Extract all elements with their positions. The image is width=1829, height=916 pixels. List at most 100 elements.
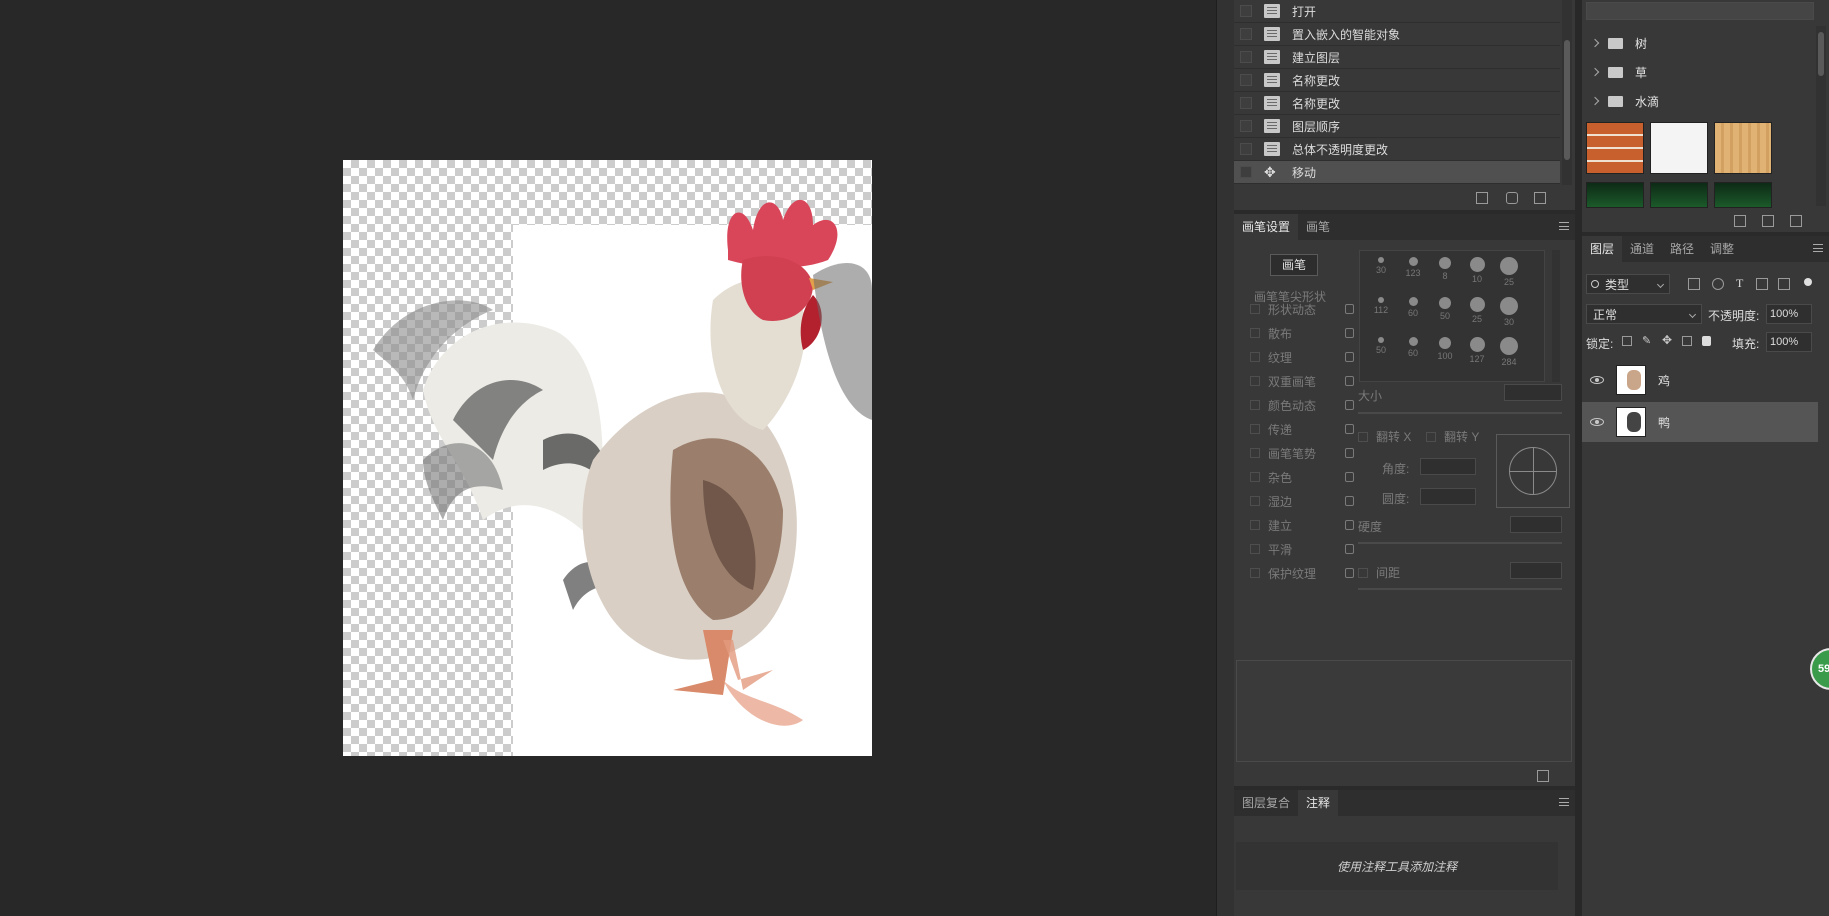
history-item[interactable]: ✥ 移动 <box>1234 161 1560 184</box>
swatch-grass-1[interactable] <box>1586 182 1644 208</box>
brush-option-checkbox[interactable] <box>1250 352 1260 362</box>
brush-option-checkbox[interactable] <box>1250 448 1260 458</box>
opacity-field[interactable]: 100% <box>1766 304 1812 324</box>
brush-option-checkbox[interactable] <box>1250 376 1260 386</box>
brush-option-checkbox[interactable] <box>1250 328 1260 338</box>
spacing-checkbox[interactable]: 间距 <box>1358 564 1400 581</box>
brush-option-checkbox[interactable] <box>1250 400 1260 410</box>
brush-preset[interactable]: 112 <box>1366 295 1396 331</box>
shape-filter-icon[interactable] <box>1756 278 1768 290</box>
size-slider[interactable] <box>1358 412 1562 414</box>
brush-option[interactable]: 平滑 <box>1246 538 1354 560</box>
history-snapshot-checkbox[interactable] <box>1240 28 1252 40</box>
panel-menu-icon[interactable] <box>1559 798 1569 806</box>
spacing-field[interactable] <box>1510 562 1562 579</box>
history-item[interactable]: 打开 <box>1234 0 1560 23</box>
fill-field[interactable]: 100% <box>1766 332 1812 352</box>
blend-mode-select[interactable]: 正常 <box>1586 304 1702 324</box>
chevron-right-icon[interactable] <box>1590 38 1600 48</box>
brush-option[interactable]: 双重画笔 <box>1246 370 1354 392</box>
library-search-field[interactable] <box>1586 2 1814 20</box>
swatch-white-pattern[interactable] <box>1650 122 1708 174</box>
brush-preset[interactable]: 50 <box>1366 335 1396 371</box>
layer-row[interactable]: 鸭 <box>1582 402 1818 442</box>
libraries-scrollbar[interactable] <box>1816 26 1826 206</box>
brush-option[interactable]: 画笔笔势 <box>1246 442 1354 464</box>
tab-channels[interactable]: 通道 <box>1622 236 1662 262</box>
tab-brush-settings[interactable]: 画笔设置 <box>1234 214 1299 240</box>
brush-option-checkbox[interactable] <box>1250 544 1260 554</box>
brush-option-checkbox[interactable] <box>1250 496 1260 506</box>
brush-preset[interactable]: 10 <box>1462 255 1492 291</box>
notes-area[interactable]: 使用注释工具添加注释 <box>1236 842 1558 890</box>
history-snapshot-checkbox[interactable] <box>1240 97 1252 109</box>
brush-preset[interactable]: 60 <box>1398 335 1428 371</box>
lock-paint-icon[interactable]: ✎ <box>1642 334 1651 347</box>
filter-toggle-icon[interactable] <box>1804 278 1812 286</box>
roundness-field[interactable] <box>1420 488 1476 505</box>
lock-icon[interactable] <box>1345 448 1354 458</box>
brush-preset[interactable]: 50 <box>1430 295 1460 331</box>
brush-option[interactable]: 保护纹理 <box>1246 562 1354 584</box>
hardness-field[interactable] <box>1510 516 1562 533</box>
brush-preset[interactable]: 25 <box>1494 255 1524 291</box>
trash-icon[interactable] <box>1534 192 1546 204</box>
history-item[interactable]: 建立图层 <box>1234 46 1560 69</box>
brush-option[interactable]: 散布 <box>1246 322 1354 344</box>
camera-icon[interactable] <box>1506 192 1518 204</box>
swatch-brick[interactable] <box>1586 122 1644 174</box>
lock-icon[interactable] <box>1345 400 1354 410</box>
swatch-grass-2[interactable] <box>1650 182 1708 208</box>
angle-field[interactable] <box>1420 458 1476 475</box>
flip-y-checkbox[interactable]: 翻转 Y <box>1426 428 1479 445</box>
spacing-slider[interactable] <box>1358 588 1562 590</box>
brush-option-checkbox[interactable] <box>1250 520 1260 530</box>
swatch-grass-3[interactable] <box>1714 182 1772 208</box>
pixel-filter-icon[interactable] <box>1688 278 1700 290</box>
libraries-scroll-thumb[interactable] <box>1818 32 1824 76</box>
history-scroll-thumb[interactable] <box>1564 40 1570 160</box>
add-icon[interactable] <box>1762 215 1774 227</box>
brush-option-checkbox[interactable] <box>1250 424 1260 434</box>
brush-option[interactable]: 形状动态 <box>1246 298 1354 320</box>
brush-option[interactable]: 颜色动态 <box>1246 394 1354 416</box>
flip-x-checkbox[interactable]: 翻转 X <box>1358 428 1411 445</box>
panel-menu-icon[interactable] <box>1813 244 1823 252</box>
brush-preset[interactable]: 284 <box>1494 335 1524 371</box>
brush-preset-button[interactable]: 画笔 <box>1270 254 1318 276</box>
brush-presets-scrollbar[interactable] <box>1552 250 1560 382</box>
brush-option[interactable]: 建立 <box>1246 514 1354 536</box>
history-item[interactable]: 总体不透明度更改 <box>1234 138 1560 161</box>
adjustment-filter-icon[interactable] <box>1712 278 1724 290</box>
history-snapshot-checkbox[interactable] <box>1240 5 1252 17</box>
brush-option-checkbox[interactable] <box>1250 472 1260 482</box>
lock-position-icon[interactable]: ✥ <box>1662 333 1672 347</box>
new-brush-icon[interactable] <box>1537 770 1549 782</box>
hardness-slider[interactable] <box>1358 542 1562 544</box>
history-snapshot-checkbox[interactable] <box>1240 74 1252 86</box>
brush-angle-preview[interactable] <box>1496 434 1570 508</box>
library-folder[interactable]: 水滴 <box>1588 88 1818 114</box>
lock-icon[interactable] <box>1345 520 1354 530</box>
history-snapshot-checkbox[interactable] <box>1240 143 1252 155</box>
history-snapshot-checkbox[interactable] <box>1240 120 1252 132</box>
trash-icon[interactable] <box>1790 215 1802 227</box>
canvas-area[interactable] <box>0 0 1216 916</box>
lock-transparency-icon[interactable] <box>1622 336 1632 346</box>
library-folder[interactable]: 草 <box>1588 59 1818 85</box>
history-item[interactable]: 名称更改 <box>1234 92 1560 115</box>
lock-icon[interactable] <box>1345 352 1354 362</box>
lock-all-icon[interactable] <box>1702 336 1711 346</box>
smart-object-filter-icon[interactable] <box>1778 278 1790 290</box>
new-folder-icon[interactable] <box>1734 215 1746 227</box>
chevron-right-icon[interactable] <box>1590 67 1600 77</box>
tab-brush[interactable]: 画笔 <box>1298 214 1338 240</box>
lock-artboard-icon[interactable] <box>1682 336 1692 346</box>
new-document-from-state-icon[interactable] <box>1476 192 1488 204</box>
lock-icon[interactable] <box>1345 544 1354 554</box>
brush-preset[interactable]: 8 <box>1430 255 1460 291</box>
brush-preset[interactable]: 127 <box>1462 335 1492 371</box>
size-field[interactable] <box>1504 384 1562 401</box>
tab-paths[interactable]: 路径 <box>1662 236 1702 262</box>
brush-preset[interactable]: 100 <box>1430 335 1460 371</box>
